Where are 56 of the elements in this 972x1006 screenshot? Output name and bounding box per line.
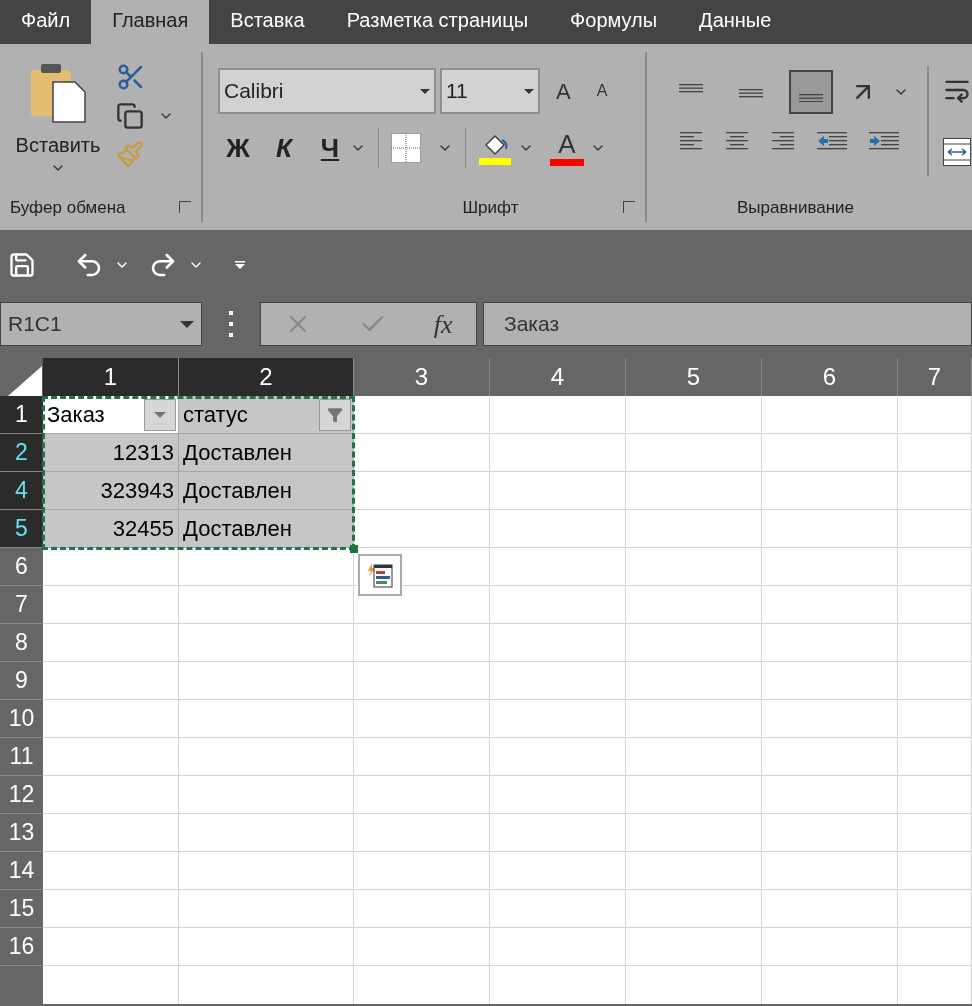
bold-button[interactable]: Ж	[218, 128, 258, 168]
font-size-field[interactable]: 11	[440, 68, 540, 114]
align-right-icon[interactable]	[771, 130, 795, 152]
increase-font-size-button[interactable]: A	[556, 74, 571, 108]
row-header[interactable]: 4	[0, 472, 43, 510]
borders-icon[interactable]	[391, 133, 421, 163]
column-header[interactable]: 2	[179, 358, 354, 396]
filter-icon	[327, 407, 343, 423]
ribbon-tab[interactable]: Вставка	[209, 0, 326, 44]
ribbon-tab[interactable]: Разметка страницы	[325, 0, 550, 44]
drag-handle-icon[interactable]	[228, 311, 234, 337]
ribbon-tab[interactable]: Файл	[0, 0, 92, 44]
row-header[interactable]: 1	[0, 396, 43, 434]
group-label: Выравнивание	[737, 196, 856, 219]
dialog-launcher-icon[interactable]	[179, 201, 191, 214]
customize-toolbar-icon[interactable]	[234, 260, 246, 270]
table-cell: Заказ	[43, 396, 179, 434]
table-cell: 323943	[43, 472, 179, 510]
increase-indent-icon[interactable]	[869, 130, 899, 152]
table-cell: статус	[179, 396, 354, 434]
merge-cells-icon[interactable]	[943, 138, 971, 166]
fill-handle[interactable]	[350, 545, 358, 553]
row-header[interactable]: 2	[0, 434, 43, 472]
align-center-icon[interactable]	[725, 130, 749, 152]
group-label: Буфер обмена	[10, 196, 126, 219]
formula-input[interactable]: Заказ	[483, 302, 972, 346]
clipboard-icon	[29, 62, 87, 124]
quick-analysis-button[interactable]	[358, 554, 402, 596]
quick-analysis-icon	[366, 561, 394, 589]
ribbon-tab[interactable]: Главная	[91, 0, 210, 44]
insert-function-button[interactable]: fx	[433, 304, 453, 344]
group-label: Шрифт	[462, 196, 519, 219]
table-cell: Доставлен	[179, 472, 354, 510]
decrease-indent-icon[interactable]	[817, 130, 847, 152]
save-icon[interactable]	[8, 251, 36, 279]
vertical-align-button[interactable]	[789, 70, 833, 114]
row-header[interactable]: 5	[0, 510, 43, 548]
font-name-field[interactable]: Calibri	[218, 68, 436, 114]
table-cell: Доставлен	[179, 434, 354, 472]
font-color-button[interactable]: A	[550, 130, 584, 166]
filter-dropdown-button[interactable]	[144, 399, 176, 431]
paste-button[interactable]: Вставить	[0, 52, 116, 195]
decrease-font-size-button[interactable]: A	[596, 79, 608, 103]
ribbon-tab[interactable]: Данные	[678, 0, 793, 44]
table-cell: 12313	[43, 434, 179, 472]
column-header[interactable]: 1	[43, 358, 179, 396]
italic-button[interactable]: К	[264, 128, 304, 168]
ribbon-tab[interactable]: Формулы	[549, 0, 679, 44]
copy-icon[interactable]	[116, 102, 144, 130]
dialog-launcher-icon[interactable]	[623, 201, 635, 214]
table-cell: 32455	[43, 510, 179, 548]
name-box[interactable]: R1C1	[0, 302, 202, 346]
table-cell: Доставлен	[179, 510, 354, 548]
align-left-icon[interactable]	[679, 130, 703, 152]
filter-applied-button[interactable]	[319, 399, 351, 431]
underline-button[interactable]: Ч	[310, 128, 350, 168]
